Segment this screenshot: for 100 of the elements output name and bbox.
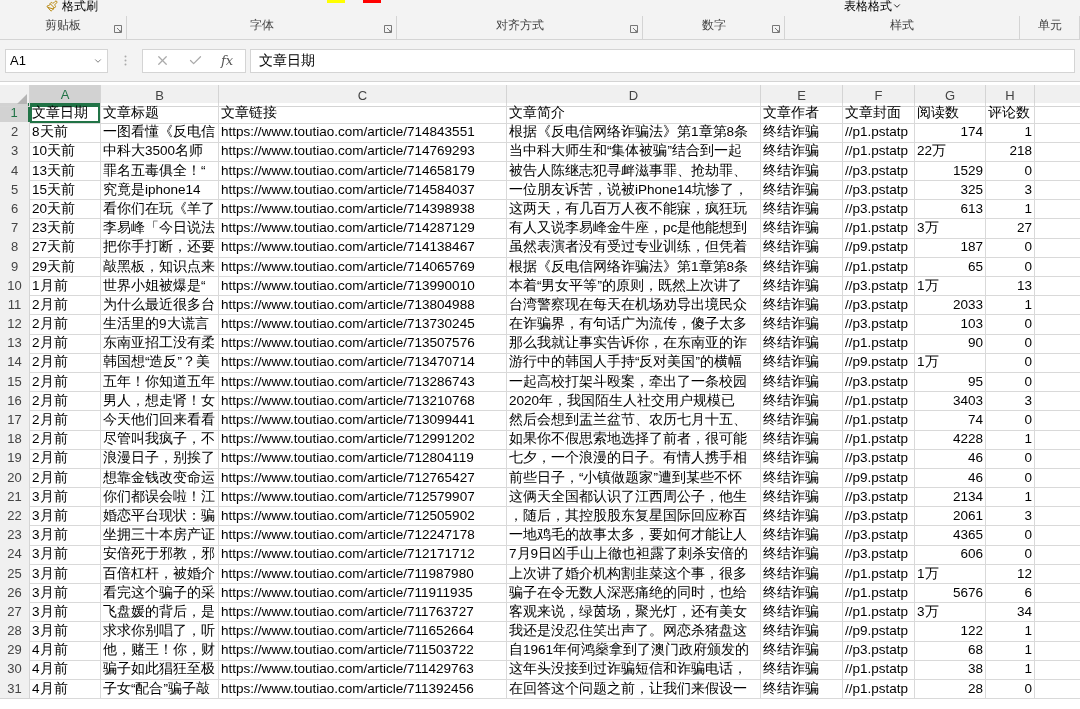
row-header[interactable]: 1	[0, 103, 30, 124]
row-header[interactable]: 14	[0, 352, 30, 373]
table-cell-text: 在诈骗界，有句话广为流传，傻子太多	[508, 315, 748, 334]
table-cell-text: 世界小姐被爆是“	[102, 276, 207, 295]
table-cell-text: 2月前	[31, 372, 69, 391]
table-cell-text: 终结诈骗	[762, 353, 820, 372]
launcher-icon[interactable]	[772, 25, 780, 33]
table-cell-text: 根据《反电信网络诈骗法》第1章第8条	[508, 257, 750, 276]
row-header[interactable]: 24	[0, 544, 30, 565]
table-cell-text: //p9.pstatp	[844, 622, 910, 641]
table-cell-text: 74	[966, 411, 984, 429]
table-cell-text: https://www.toutiao.com/article/713507576	[220, 334, 476, 353]
table-cell-text: 求求你别唱了，听	[102, 622, 216, 641]
table-cell-text: //p3.pstatp	[844, 315, 910, 334]
select-all-icon[interactable]	[17, 93, 27, 104]
table-cell-text: 终结诈骗	[762, 602, 820, 621]
table-cell-text: 2月前	[31, 353, 69, 372]
highlight-swatch[interactable]	[327, 0, 345, 3]
name-box[interactable]: A1	[5, 48, 108, 73]
table-cell-text: 终结诈骗	[762, 142, 820, 161]
table-cell-text: 606	[959, 545, 984, 564]
table-cell-text: 174	[959, 123, 984, 142]
row-header[interactable]: 17	[0, 410, 30, 431]
table-cell-text: 尽管叫我疯子，不	[102, 430, 216, 449]
row-header[interactable]: 13	[0, 333, 30, 354]
table-cell-text: 罪名五毒俱全！“	[102, 161, 207, 180]
row-header[interactable]: 31	[0, 678, 30, 700]
row-header[interactable]: 19	[0, 448, 30, 469]
table-cell-text: https://www.toutiao.com/article/711987980	[220, 564, 475, 583]
table-cell-text: 终结诈骗	[762, 334, 820, 353]
row-header[interactable]: 3	[0, 141, 30, 162]
table-cell-text: 终结诈骗	[762, 180, 820, 199]
launcher-icon[interactable]	[114, 25, 122, 33]
table-cell-text: https://www.toutiao.com/article/713210768	[220, 391, 476, 410]
table-cell-text: 终结诈骗	[762, 123, 820, 142]
table-cell-text: 3月前	[31, 545, 69, 564]
row-header[interactable]: 28	[0, 621, 30, 642]
row-header[interactable]: 29	[0, 640, 30, 661]
table-cell-text: //p1.pstatp	[844, 660, 910, 679]
table-cell-text: 想靠金钱改变命运	[102, 468, 216, 487]
formula-field[interactable]: 文章日期	[250, 48, 1075, 73]
table-cell-text: 终结诈骗	[762, 295, 820, 314]
table-cell-text: 46	[966, 468, 984, 487]
column-title: 文章标题	[102, 104, 160, 122]
table-cell-text: 台湾警察现在每天在机场劝导出境民众	[508, 295, 748, 314]
function-button[interactable]: fx	[221, 50, 234, 71]
table-cell-text: 0	[1023, 238, 1033, 257]
table-cell-text: 为什么最近很多台	[102, 295, 216, 314]
table-cell-text: 1万	[916, 276, 940, 295]
table-cell-text: 7月9日凶手山上徹也袒露了刺杀安倍的	[508, 545, 750, 564]
launcher-icon[interactable]	[384, 25, 392, 33]
table-cell-text: 1	[1023, 622, 1033, 641]
row-header[interactable]: 7	[0, 218, 30, 239]
table-cell-text: 3月前	[31, 602, 69, 621]
column-title: 文章简介	[508, 104, 566, 122]
table-cell-text: 3月前	[31, 506, 69, 525]
table-cell-text: //p1.pstatp	[844, 430, 910, 449]
table-cell-text: https://www.toutiao.com/article/712171712	[220, 545, 476, 564]
table-cell-text: 2月前	[31, 411, 69, 429]
table-cell-text: 终结诈骗	[762, 276, 820, 295]
table-format-button[interactable]: 表格格式	[843, 0, 902, 15]
table-cell-text: 12	[1015, 564, 1033, 583]
table-cell-text: 3月前	[31, 564, 69, 583]
column-title: 文章作者	[762, 104, 820, 122]
row-header[interactable]: 18	[0, 429, 30, 450]
table-cell-text: //p9.pstatp	[844, 468, 910, 487]
ribbon-group-label: 数字	[701, 17, 726, 34]
table-cell-text: 终结诈骗	[762, 641, 820, 660]
row-header[interactable]: 2	[0, 122, 30, 143]
table-cell-text: 2月前	[31, 468, 69, 487]
format-painter-button[interactable]: 格式刷	[29, 0, 98, 15]
table-cell-text: //p1.pstatp	[844, 602, 910, 621]
table-cell-text: 生活里的9大谎言	[102, 315, 210, 334]
table-cell-text: 把你手打断，还要	[102, 238, 216, 257]
cancel-icon[interactable]	[155, 53, 170, 68]
font-color-swatch[interactable]	[363, 0, 381, 3]
table-cell-text: 终结诈骗	[762, 622, 820, 641]
table-cell-text: 七夕，一个浪漫的日子。有情人携手相	[508, 449, 748, 468]
table-cell-text: 1万	[916, 564, 940, 583]
table-cell-text: https://www.toutiao.com/article/713286743	[220, 372, 476, 391]
table-cell-text: 终结诈骗	[762, 526, 820, 545]
table-cell-text: //p3.pstatp	[844, 449, 910, 468]
table-cell-text: 4月前	[31, 660, 69, 679]
table-cell-text: 这两天，有几百万人夜不能寐，疯狂玩	[508, 199, 748, 218]
row-header[interactable]: 8	[0, 237, 30, 258]
table-cell-text: 骗子在令无数人深恶痛绝的同时，也给	[508, 583, 748, 602]
table-cell-text: //p3.pstatp	[844, 526, 910, 545]
launcher-icon[interactable]	[630, 25, 638, 33]
ribbon-group-label: 剪贴板	[45, 17, 81, 34]
table-cell-text: 中科大3500名师	[102, 142, 205, 161]
caret-icon	[891, 1, 902, 11]
table-cell-text: 218	[1008, 142, 1033, 161]
row-header[interactable]: 30	[0, 659, 30, 680]
table-cell-text: 0	[1023, 411, 1033, 429]
table-cell-text: //p1.pstatp	[844, 219, 910, 238]
table-cell-text: 终结诈骗	[762, 545, 820, 564]
ribbon-group-label: 样式	[890, 17, 914, 34]
table-cell-text: 3万	[916, 219, 940, 238]
row-header[interactable]: 12	[0, 314, 30, 335]
row-header[interactable]: 23	[0, 525, 30, 546]
